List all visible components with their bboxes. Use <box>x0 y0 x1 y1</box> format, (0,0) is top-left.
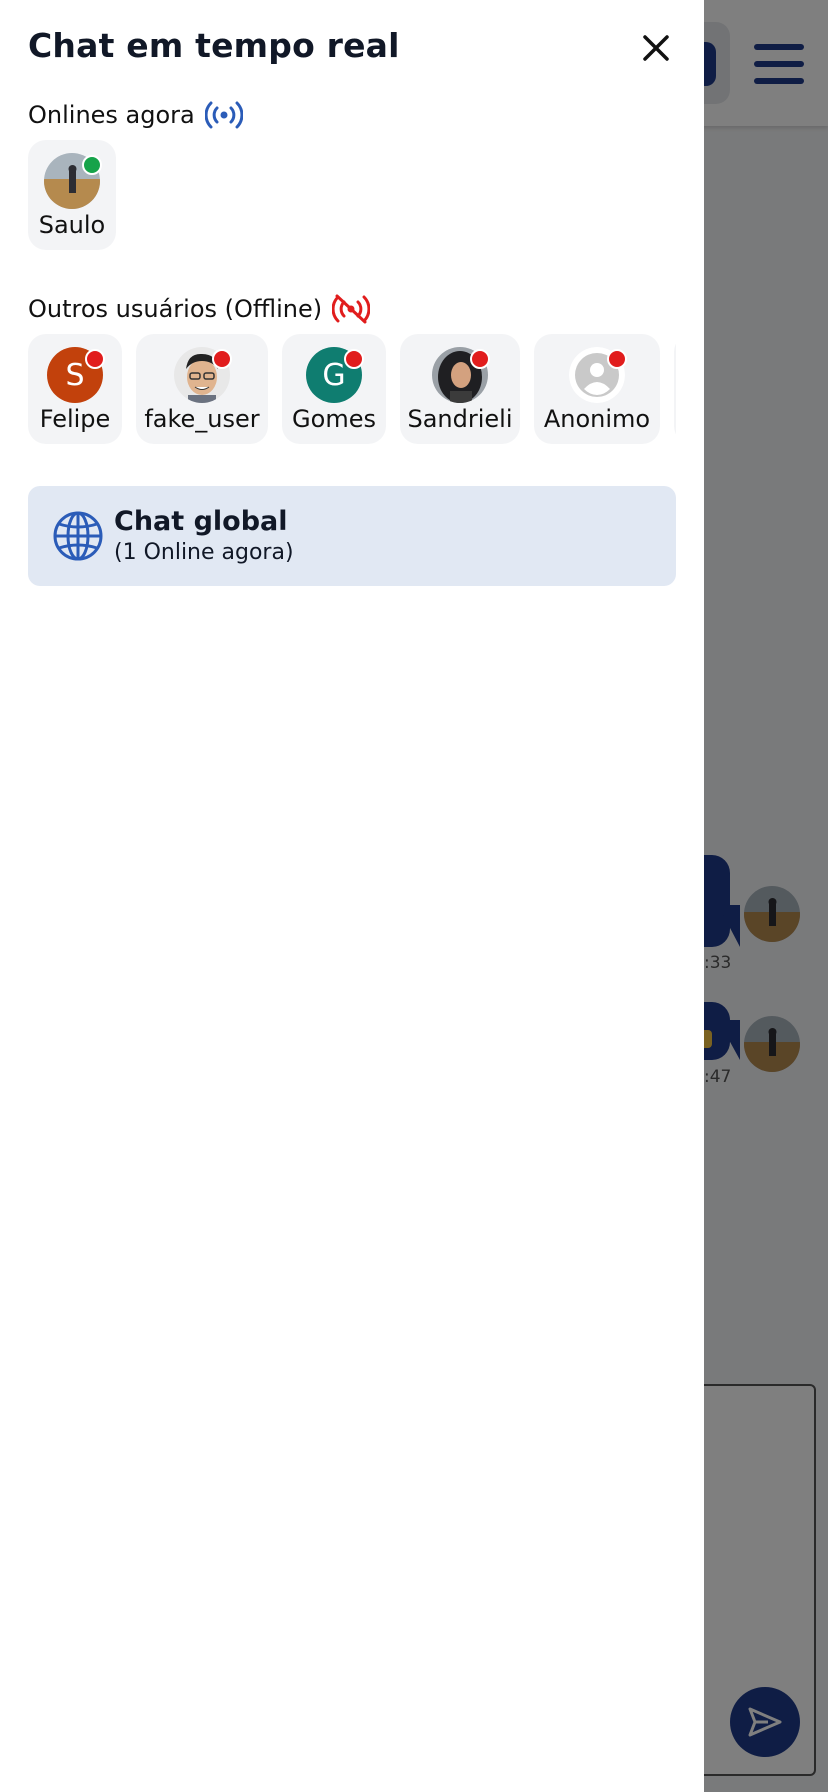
offline-status-dot <box>607 349 627 369</box>
offline-label-text: Outros usuários (Offline) <box>28 295 323 323</box>
user-card-saulo[interactable]: Saulo <box>28 140 116 250</box>
avatar: G <box>306 347 364 403</box>
user-card-anonimo[interactable]: Anonimo <box>534 334 660 444</box>
user-card-fake-user[interactable]: fake_user <box>136 334 268 444</box>
online-users-row: Saulo <box>28 140 676 250</box>
broadcast-off-icon <box>332 294 371 324</box>
offline-status-dot <box>470 349 490 369</box>
global-chat-title: Chat global <box>114 506 288 537</box>
close-button[interactable] <box>636 28 676 68</box>
drawer-title: Chat em tempo real <box>28 26 400 65</box>
user-card-sandrieli[interactable]: Sandrieli <box>400 334 520 444</box>
broadcast-icon <box>204 100 243 130</box>
offline-status-dot <box>85 349 105 369</box>
offline-status-dot <box>212 349 232 369</box>
user-card-felipe[interactable]: S Felipe <box>28 334 122 444</box>
global-chat-subtitle: (1 Online agora) <box>114 540 294 565</box>
user-name: fake_user <box>144 405 260 433</box>
offline-users-row: S Felipe fake_user G Gomes Sandrieli Ano… <box>28 334 676 444</box>
user-name: Gomes <box>292 405 376 433</box>
user-name: Sandrieli <box>407 405 513 433</box>
avatar <box>174 347 232 403</box>
offline-section-label: Outros usuários (Offline) <box>28 294 371 324</box>
avatar <box>569 347 627 403</box>
online-status-dot <box>82 155 102 175</box>
avatar: S <box>47 347 105 403</box>
avatar <box>44 153 102 209</box>
user-name: Saulo <box>38 211 106 239</box>
user-name: Felipe <box>39 405 111 433</box>
online-label-text: Onlines agora <box>28 101 195 129</box>
user-name: Anonimo <box>543 405 651 433</box>
close-icon <box>643 35 669 61</box>
avatar <box>432 347 490 403</box>
user-card-gomes[interactable]: G Gomes <box>282 334 386 444</box>
globe-icon <box>52 510 104 566</box>
chat-drawer: Chat em tempo real Onlines agora Saulo O… <box>0 0 704 1792</box>
user-card-partial[interactable] <box>674 334 676 444</box>
global-chat-button[interactable]: Chat global (1 Online agora) <box>28 486 676 586</box>
offline-status-dot <box>344 349 364 369</box>
online-section-label: Onlines agora <box>28 100 243 130</box>
